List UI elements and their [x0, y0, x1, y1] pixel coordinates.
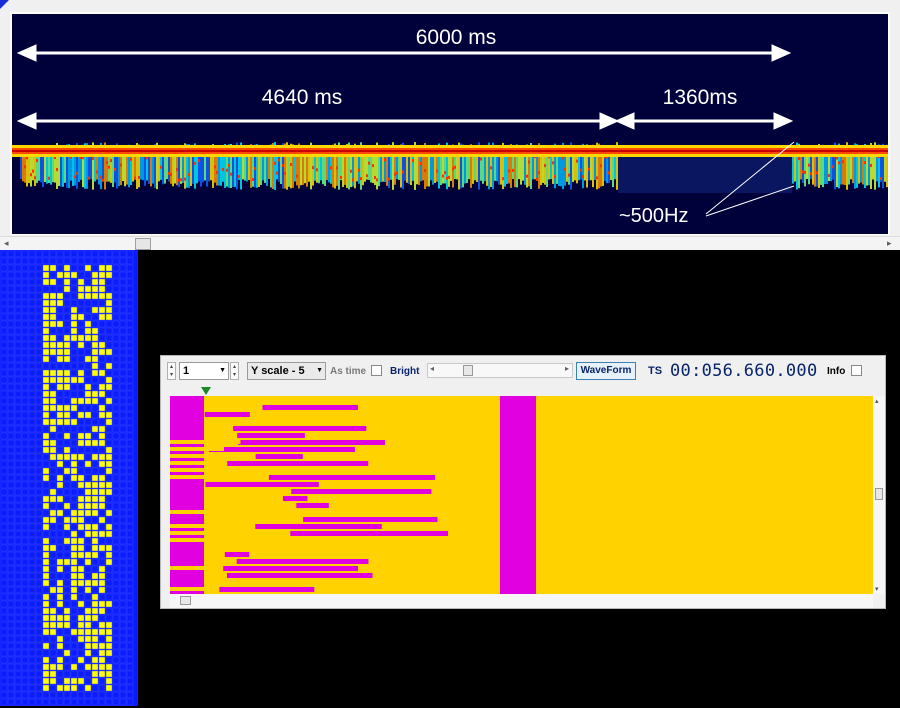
total-duration-label: 6000 ms — [416, 26, 497, 49]
slider-left-icon[interactable]: ◂ — [430, 364, 434, 373]
channel-spinner[interactable]: ▴ ▾ — [167, 362, 176, 380]
channel-spinner-2[interactable]: ▴ ▾ — [230, 362, 239, 380]
channel-value: 1 — [183, 365, 190, 377]
first-segment-label: 4640 ms — [262, 86, 343, 109]
spectrogram-scroll-thumb[interactable] — [135, 238, 151, 250]
waveform-button[interactable]: WaveForm — [576, 362, 636, 380]
spectrogram-view: 6000 ms 4640 ms 1360ms ~500Hz — [12, 14, 888, 234]
cursor-marker-icon[interactable] — [201, 387, 211, 395]
waveform-toolbar: ▴ ▾ 1 ▼ ▴ ▾ Y scale - 5 ▼ As time Bright ◂… — [161, 356, 885, 386]
waveform-window: ▴ ▾ 1 ▼ ▴ ▾ Y scale - 5 ▼ As time Bright ◂… — [160, 355, 886, 609]
channel-select[interactable]: 1 ▼ — [179, 362, 229, 380]
bit-pattern-panel — [0, 250, 138, 706]
waveform-trace — [170, 396, 536, 594]
vertical-scroll-thumb[interactable] — [875, 488, 883, 500]
info-label: Info — [827, 366, 846, 377]
ts-label: TS — [648, 365, 663, 377]
bit-pattern-grid — [0, 250, 138, 706]
scroll-down-icon[interactable]: ▾ — [875, 585, 879, 593]
chevron-down-icon[interactable]: ▼ — [219, 363, 226, 379]
second-segment-label: 1360ms — [663, 86, 738, 109]
offset-slider[interactable]: ◂ ▸ — [427, 363, 573, 378]
spectrogram-panel: 6000 ms 4640 ms 1360ms ~500Hz ◂ ▸ — [0, 0, 900, 250]
frequency-label: ~500Hz — [619, 205, 689, 227]
offset-slider-thumb[interactable] — [463, 365, 473, 376]
info-checkbox[interactable] — [851, 365, 862, 376]
bright-label: Bright — [390, 366, 420, 377]
scroll-left-icon[interactable]: ◂ — [4, 238, 9, 250]
waveform-horizontal-scrollbar[interactable] — [170, 594, 873, 608]
as-time-label: As time — [330, 366, 367, 377]
yscale-select[interactable]: Y scale - 5 ▼ — [247, 362, 326, 380]
slider-right-icon[interactable]: ▸ — [565, 364, 569, 373]
yscale-value: Y scale - 5 — [251, 365, 305, 377]
waveform-vertical-scrollbar[interactable]: ▴ ▾ — [873, 396, 885, 594]
spectrogram-scrollbar[interactable]: ◂ ▸ — [0, 236, 900, 250]
corner-marker-icon — [0, 0, 9, 9]
scroll-up-icon[interactable]: ▴ — [875, 397, 879, 405]
horizontal-scroll-thumb[interactable] — [180, 596, 191, 605]
waveform-plot[interactable] — [170, 396, 873, 594]
as-time-checkbox[interactable] — [371, 365, 382, 376]
timestamp-value: 00:056.660.000 — [670, 361, 818, 381]
scroll-right-icon[interactable]: ▸ — [887, 238, 892, 250]
chevron-down-icon[interactable]: ▼ — [316, 363, 323, 379]
